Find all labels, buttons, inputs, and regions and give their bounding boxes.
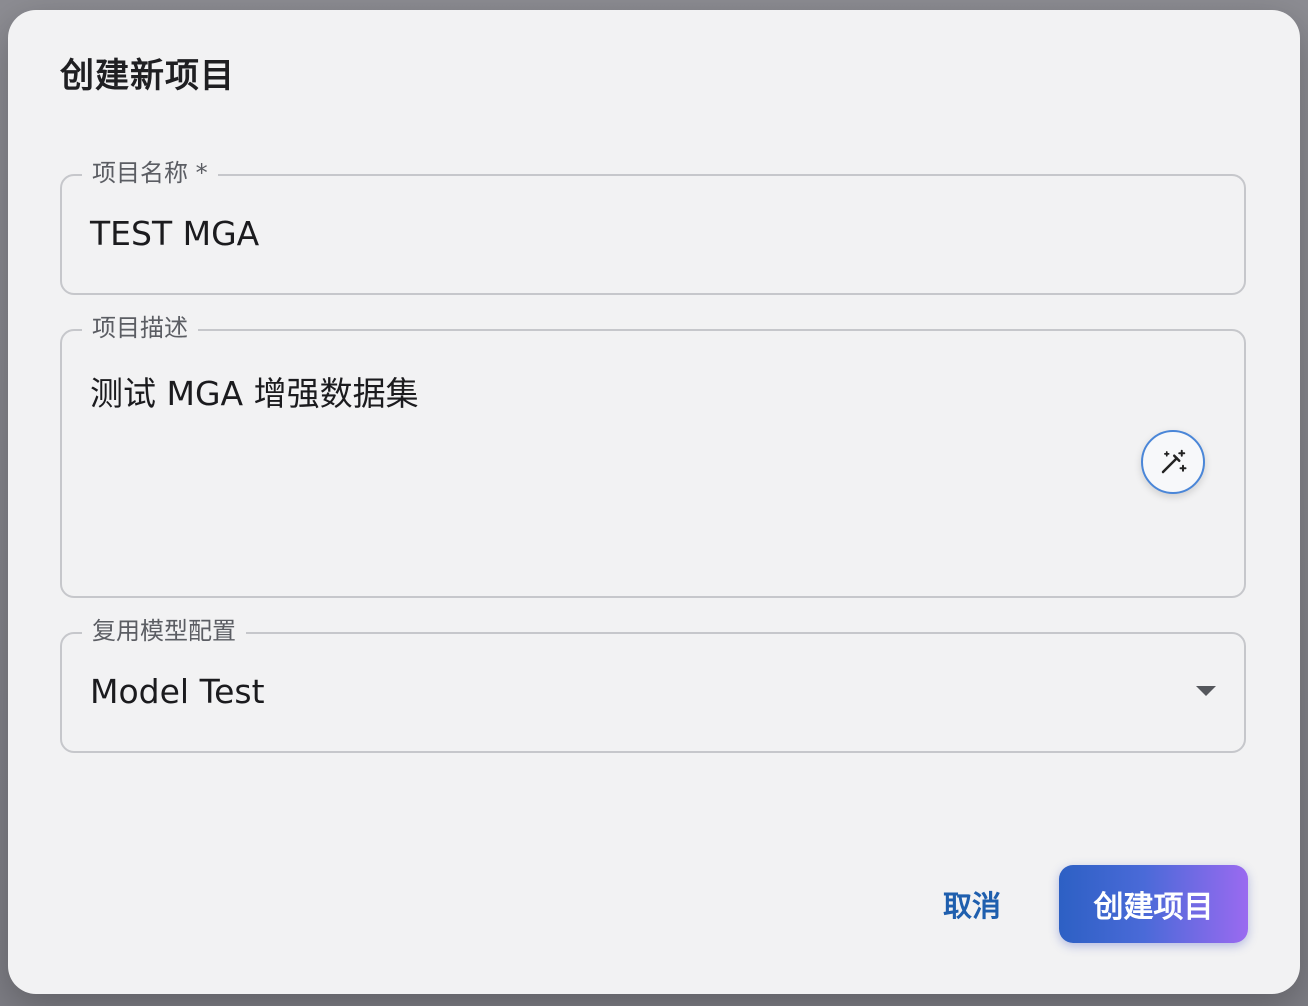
project-name-field[interactable]: 项目名称 * TEST MGA (60, 156, 1246, 295)
cancel-button[interactable]: 取消 (928, 876, 1016, 932)
magic-wand-icon (1161, 449, 1187, 474)
project-name-label: 项目名称 * (82, 156, 218, 190)
model-config-label: 复用模型配置 (82, 614, 246, 648)
dialog-title: 创建新项目 (60, 56, 235, 96)
project-name-input[interactable]: TEST MGA (90, 214, 259, 253)
project-description-label: 项目描述 (82, 311, 198, 345)
model-config-select[interactable]: 复用模型配置 Model Test (60, 614, 1246, 753)
ai-generate-button[interactable] (1141, 430, 1205, 494)
create-project-button[interactable]: 创建项目 (1059, 865, 1248, 943)
create-project-dialog: 创建新项目 项目名称 * TEST MGA 项目描述 测试 MGA 增强数据集 … (8, 10, 1300, 994)
model-config-value[interactable]: Model Test (90, 672, 265, 711)
project-description-input[interactable]: 测试 MGA 增强数据集 (90, 367, 419, 415)
project-description-field[interactable]: 项目描述 测试 MGA 增强数据集 (60, 311, 1246, 598)
chevron-down-icon[interactable] (1196, 686, 1216, 696)
